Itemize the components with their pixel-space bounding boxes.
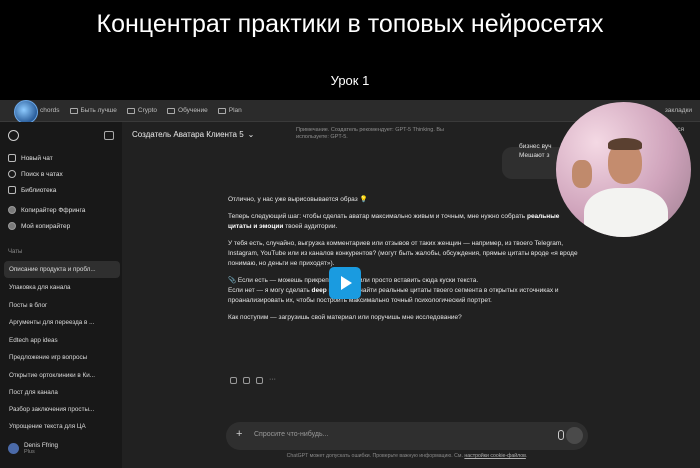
openai-logo-icon[interactable] xyxy=(8,130,19,141)
chats-section-label: Чаты xyxy=(8,249,23,255)
gpt-avatar-icon xyxy=(8,222,16,230)
reply-paragraph: У тебя есть, случайно, выгрузка коммента… xyxy=(228,240,578,267)
avatar xyxy=(8,443,19,454)
gpt-selector[interactable]: Создатель Аватара Клиента 5 ⌄ xyxy=(132,130,254,139)
user-account[interactable]: Denis Ffring Plus xyxy=(8,442,58,455)
chevron-down-icon: ⌄ xyxy=(247,130,255,139)
bookmark[interactable]: chords xyxy=(40,107,60,114)
reply-paragraph: Теперь следующий шаг: чтобы сделать ават… xyxy=(228,213,560,230)
bookmark[interactable]: Crypto xyxy=(126,107,157,114)
webcam-overlay xyxy=(556,102,691,237)
chat-item[interactable]: Открытие ортоклиники в Ки... xyxy=(4,367,120,384)
presenter-hair xyxy=(608,138,642,150)
chat-item[interactable]: Пост для канала xyxy=(4,384,120,401)
reply-intro: Отлично, у нас уже вырисовывается образ … xyxy=(228,196,368,203)
globe-icon xyxy=(14,100,38,124)
gpt-item[interactable]: Мой копирайтер xyxy=(8,219,116,233)
more-icon[interactable]: ··· xyxy=(269,376,276,384)
library-button[interactable]: Библиотека xyxy=(8,183,116,197)
gpt-title: Создатель Аватара Клиента 5 xyxy=(132,130,244,139)
message-actions: ··· xyxy=(230,376,276,384)
plus-icon[interactable]: + xyxy=(236,428,242,440)
voice-mode-icon[interactable] xyxy=(566,427,583,444)
cookie-settings-link[interactable]: настройки cookie-файлов xyxy=(464,453,526,459)
folder-icon xyxy=(69,107,78,114)
thumbs-down-icon[interactable] xyxy=(256,377,263,384)
chat-item[interactable]: Edtech app ideas xyxy=(4,332,120,349)
course-title: Концентрат практики в топовых нейросетях xyxy=(96,10,604,38)
library-icon xyxy=(8,186,16,194)
bookmark[interactable]: Обучение xyxy=(167,107,208,114)
user-name: Denis Ffring xyxy=(24,442,58,449)
new-chat-button[interactable]: Новый чат xyxy=(8,151,116,165)
search-icon xyxy=(8,170,16,178)
assistant-message: Отлично, у нас уже вырисовывается образ … xyxy=(228,195,578,330)
gpt-item[interactable]: Копирайтер Ффринга xyxy=(8,203,116,217)
disclaimer: ChatGPT может допускать ошибки. Проверьт… xyxy=(286,453,528,459)
lesson-label: Урок 1 xyxy=(330,73,370,88)
chat-item[interactable]: Упаковка для канала xyxy=(4,279,120,296)
bookmarks-right[interactable]: закладки xyxy=(665,107,692,114)
gpt-avatar-icon xyxy=(8,206,16,214)
folder-icon xyxy=(217,107,226,114)
search-chats-button[interactable]: Поиск в чатах xyxy=(8,167,116,181)
bookmark[interactable]: Plan xyxy=(217,107,242,114)
edit-icon xyxy=(8,154,16,162)
folder-icon xyxy=(126,107,135,114)
sidebar: Новый чат Поиск в чатах Библиотека Копир… xyxy=(0,122,122,468)
chat-item[interactable]: Описание продукта и пробл... xyxy=(4,261,120,278)
user-plan: Plus xyxy=(24,449,35,455)
bookmark[interactable]: Быть лучше xyxy=(69,107,117,114)
chat-item[interactable]: Упрощение текста для ЦА xyxy=(4,418,120,435)
chat-item[interactable]: Разбор заключения просты... xyxy=(4,401,120,418)
composer[interactable]: + Спросите что-нибудь... xyxy=(226,422,588,450)
microphone-icon[interactable] xyxy=(558,430,564,440)
presenter-hand xyxy=(572,160,592,188)
reply-question: Как поступим — загрузишь свой материал и… xyxy=(228,314,462,321)
copy-icon[interactable] xyxy=(230,377,237,384)
chat-item[interactable]: Предложение игр вопросы xyxy=(4,349,120,366)
chat-item[interactable]: Посты в блог xyxy=(4,297,120,314)
video-play-button[interactable] xyxy=(329,267,361,299)
presenter-body xyxy=(584,188,668,237)
user-message-text: бизнес вуч Мешают з xyxy=(519,143,552,159)
thumbs-up-icon[interactable] xyxy=(243,377,250,384)
folder-icon xyxy=(167,107,176,114)
reply-paragraph: 📎 Если есть — можешь прикрепить файл или… xyxy=(228,277,559,304)
sidebar-toggle-icon[interactable] xyxy=(104,131,114,140)
chat-item[interactable]: Аргументы для переезда в ... xyxy=(4,314,120,331)
model-note: Примечание. Создатель рекомендует: GPT-5… xyxy=(296,127,445,140)
composer-input[interactable]: Спросите что-нибудь... xyxy=(254,431,328,438)
